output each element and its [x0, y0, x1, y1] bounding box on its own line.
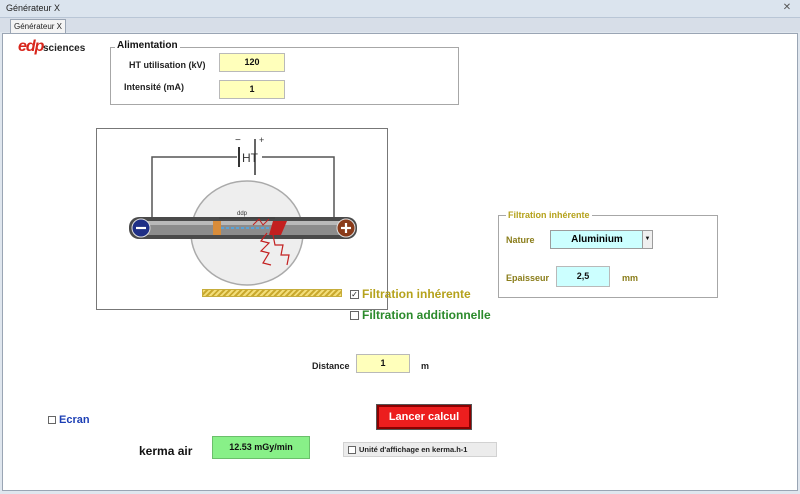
filtration-additionnelle-label: Filtration additionnelle — [362, 308, 491, 322]
ddp-label: ddp — [237, 211, 248, 217]
filtration-inherente-legend: Filtration inhérente — [506, 210, 592, 220]
checkbox-empty-icon[interactable] — [348, 445, 356, 454]
filtration-additionnelle-checkbox[interactable]: Filtration additionnelle — [350, 308, 491, 322]
nature-select[interactable]: Aluminium ▼ — [550, 230, 653, 249]
checkbox-checked-icon[interactable]: ✓ — [350, 289, 359, 299]
tab-strip — [0, 18, 800, 32]
unite-affichage-label: Unité d'affichage en kerma.h-1 — [359, 445, 468, 454]
lancer-calcul-button[interactable]: Lancer calcul — [376, 404, 472, 430]
ht-input[interactable]: 120 — [219, 53, 285, 72]
battery-plus: + — [259, 135, 264, 145]
filtration-inherente-checkbox[interactable]: ✓ Filtration inhérente — [350, 287, 471, 301]
ht-diagram-label: HT — [242, 151, 259, 165]
xray-tube-illustration: − + HT ddp — [129, 135, 357, 286]
logo-sciences: sciences — [43, 43, 86, 54]
window-titlebar: Générateur X ✕ — [0, 0, 800, 18]
window-title: Générateur X — [6, 3, 61, 13]
generator-form: edp sciences Alimentation HT utilisation… — [2, 33, 798, 491]
filtration-inherente-label: Filtration inhérente — [362, 287, 471, 301]
kerma-air-value: 12.53 mGy/min — [212, 436, 310, 459]
edp-sciences-logo: edp sciences — [18, 38, 88, 57]
battery-minus: − — [235, 135, 241, 146]
checkbox-empty-icon[interactable] — [48, 416, 56, 424]
distance-unit: m — [421, 361, 430, 371]
alimentation-legend: Alimentation — [115, 40, 180, 51]
chevron-down-icon[interactable]: ▼ — [642, 231, 652, 248]
epaisseur-label: Epaisseur — [506, 273, 550, 283]
ecran-label: Ecran — [59, 414, 90, 426]
ht-label: HT utilisation (kV) — [129, 60, 206, 70]
epaisseur-unit: mm — [622, 273, 639, 283]
xray-tube-diagram: − + HT ddp — [96, 128, 388, 310]
unite-affichage-checkbox[interactable]: Unité d'affichage en kerma.h-1 — [348, 445, 467, 454]
nature-label: Nature — [506, 235, 535, 245]
epaisseur-input[interactable]: 2,5 — [556, 266, 610, 287]
filter-plate — [202, 289, 342, 297]
intensity-input[interactable]: 1 — [219, 80, 285, 99]
distance-label: Distance — [312, 361, 350, 371]
distance-input[interactable]: 1 — [356, 354, 410, 373]
tab-generateur-x[interactable]: Générateur X — [10, 19, 66, 33]
kerma-air-label: kerma air — [139, 444, 193, 458]
close-icon[interactable]: ✕ — [778, 1, 796, 15]
unite-affichage-panel: Unité d'affichage en kerma.h-1 — [343, 442, 497, 457]
nature-value: Aluminium — [571, 234, 623, 245]
logo-edp: edp — [18, 38, 44, 55]
checkbox-empty-icon[interactable] — [350, 310, 359, 320]
ecran-checkbox[interactable]: Ecran — [48, 414, 90, 426]
intensity-label: Intensité (mA) — [124, 82, 185, 92]
